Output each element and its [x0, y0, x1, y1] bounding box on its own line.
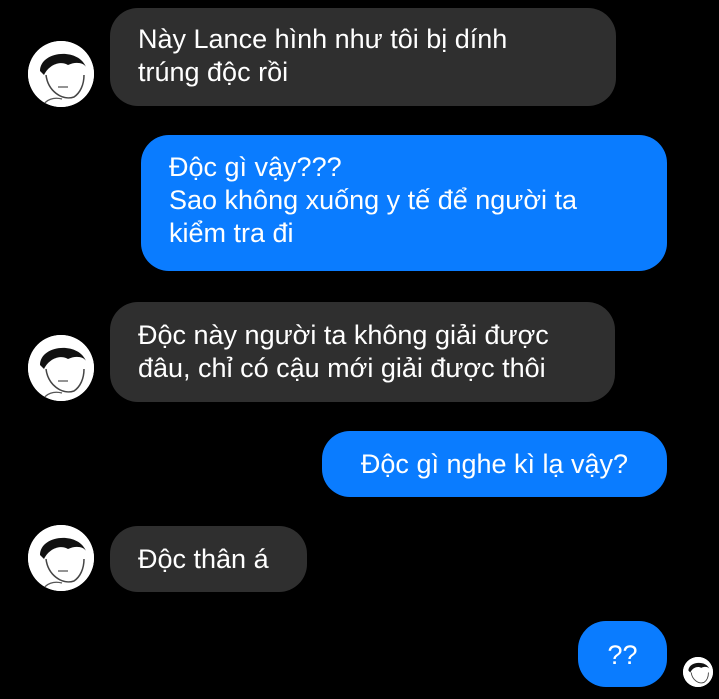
chat-thread: Này Lance hình như tôi bị dính trúng độc…: [0, 0, 719, 699]
contact-avatar[interactable]: [28, 335, 94, 401]
contact-avatar[interactable]: [28, 41, 94, 107]
avatar-icon: [28, 41, 94, 107]
seen-avatar-icon: [683, 657, 713, 687]
contact-avatar[interactable]: [28, 525, 94, 591]
message-bubble-outgoing[interactable]: Độc gì vậy??? Sao không xuống y tế để ng…: [141, 135, 667, 271]
avatar-icon: [28, 335, 94, 401]
message-bubble-incoming[interactable]: Này Lance hình như tôi bị dính trúng độc…: [110, 8, 616, 106]
message-bubble-outgoing[interactable]: Độc gì nghe kì lạ vậy?: [322, 431, 667, 497]
message-bubble-outgoing[interactable]: ??: [578, 621, 667, 687]
message-bubble-incoming[interactable]: Độc thân á: [110, 526, 307, 592]
message-bubble-incoming[interactable]: Độc này người ta không giải được đâu, ch…: [110, 302, 615, 402]
avatar-icon: [28, 525, 94, 591]
read-receipt: [683, 657, 713, 687]
